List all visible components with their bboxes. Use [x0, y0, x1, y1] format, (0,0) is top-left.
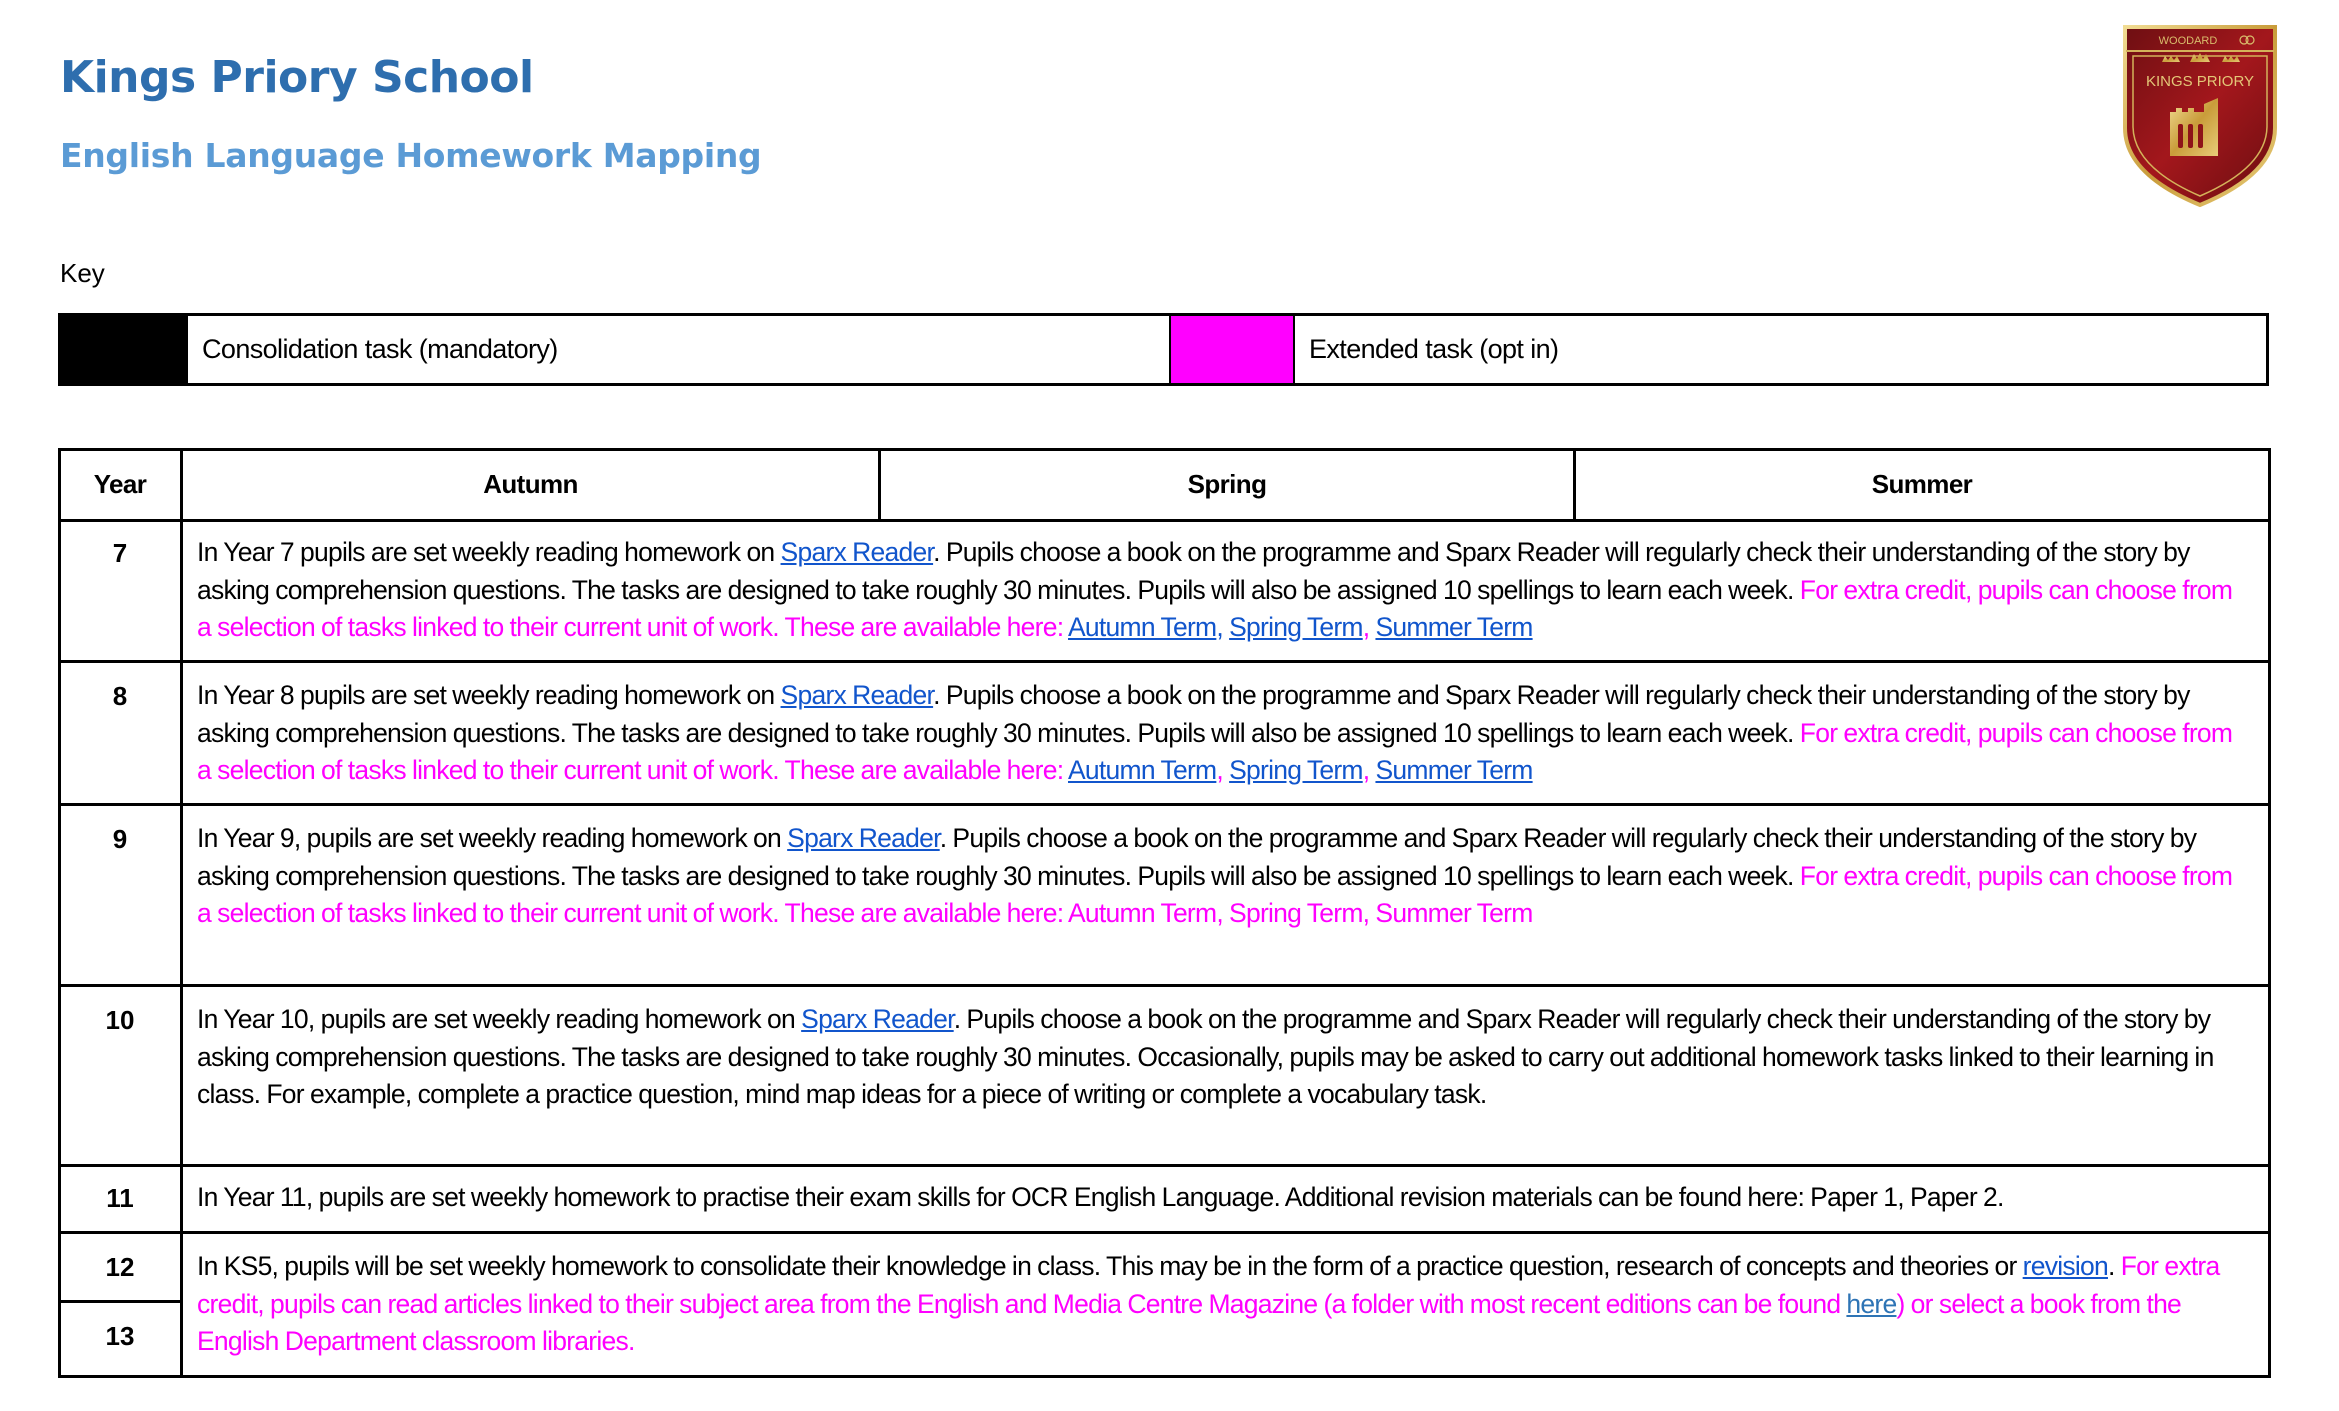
row-11-description: In Year 11, pupils are set weekly homewo…	[197, 1179, 2247, 1217]
extended-task-text: ,	[1362, 755, 1376, 785]
sparx-reader-link[interactable]: Sparx Reader	[781, 537, 934, 567]
school-crest-logo: WOODARD KINGS PRIORY	[2123, 25, 2277, 208]
spring-term-link[interactable]: Spring Term	[1229, 612, 1363, 642]
consolidation-label: Consolidation task (mandatory)	[188, 316, 1171, 383]
sparx-reader-link[interactable]: Sparx Reader	[801, 1004, 954, 1034]
homework-table: Year Autumn Spring Summer 7 8 9 10 11 12…	[58, 448, 2271, 1378]
autumn-term-link[interactable]: Autumn Term	[1068, 612, 1217, 642]
consolidation-task-text: In Year 7 pupils are set weekly reading …	[197, 537, 781, 567]
year-10: 10	[105, 1005, 135, 1035]
summer-term-link[interactable]: Summer Term	[1375, 612, 1533, 642]
logo-top-text: WOODARD	[2159, 35, 2218, 47]
consolidation-task-text: In KS5, pupils will be set weekly homewo…	[197, 1251, 2023, 1281]
row-12-13-description: In KS5, pupils will be set weekly homewo…	[197, 1248, 2247, 1361]
extended-task-text: ,	[1216, 755, 1230, 785]
autumn-term-link[interactable]: Autumn Term	[1068, 755, 1217, 785]
school-title: Kings Priory School	[60, 52, 534, 103]
year-12: 12	[105, 1252, 135, 1282]
header-year: Year	[93, 468, 147, 499]
revision-link[interactable]: revision	[2023, 1251, 2109, 1281]
page-subtitle: English Language Homework Mapping	[60, 136, 762, 175]
consolidation-task-text: In Year 8 pupils are set weekly reading …	[197, 680, 781, 710]
consolidation-task-text: In Year 9, pupils are set weekly reading…	[197, 823, 788, 853]
year-11: 11	[106, 1183, 134, 1213]
year-9: 9	[112, 824, 128, 854]
consolidation-task-text: .	[2107, 1251, 2121, 1281]
row-7-description: In Year 7 pupils are set weekly reading …	[197, 534, 2247, 647]
consolidation-task-text: ,	[1216, 612, 1230, 642]
row-10-description: In Year 10, pupils are set weekly readin…	[197, 1001, 2247, 1114]
consolidation-task-text: In Year 10, pupils are set weekly readin…	[197, 1004, 802, 1034]
extended-swatch	[1171, 316, 1295, 383]
spring-term-link[interactable]: Spring Term	[1229, 755, 1363, 785]
header-spring: Spring	[1187, 468, 1267, 499]
sparx-reader-link[interactable]: Sparx Reader	[781, 680, 934, 710]
logo-name-text: KINGS PRIORY	[2146, 73, 2254, 90]
summer-term-link[interactable]: Summer Term	[1375, 755, 1533, 785]
consolidation-swatch	[61, 316, 188, 383]
row-8-description: In Year 8 pupils are set weekly reading …	[197, 677, 2247, 790]
year-8: 8	[112, 681, 128, 711]
extended-label: Extended task (opt in)	[1309, 334, 1559, 364]
extended-task-text: ,	[1362, 612, 1376, 642]
consolidation-task-text: In Year 11, pupils are set weekly homewo…	[197, 1182, 2004, 1212]
here-link[interactable]: here	[1846, 1289, 1897, 1319]
key-label: Key	[60, 258, 105, 288]
year-13: 13	[105, 1321, 135, 1351]
year-7: 7	[112, 538, 128, 568]
row-9-description: In Year 9, pupils are set weekly reading…	[197, 820, 2247, 933]
header-summer: Summer	[1871, 468, 1973, 499]
header-autumn: Autumn	[483, 468, 578, 499]
key-table: Consolidation task (mandatory) Extended …	[58, 313, 2269, 386]
sparx-reader-link[interactable]: Sparx Reader	[787, 823, 940, 853]
